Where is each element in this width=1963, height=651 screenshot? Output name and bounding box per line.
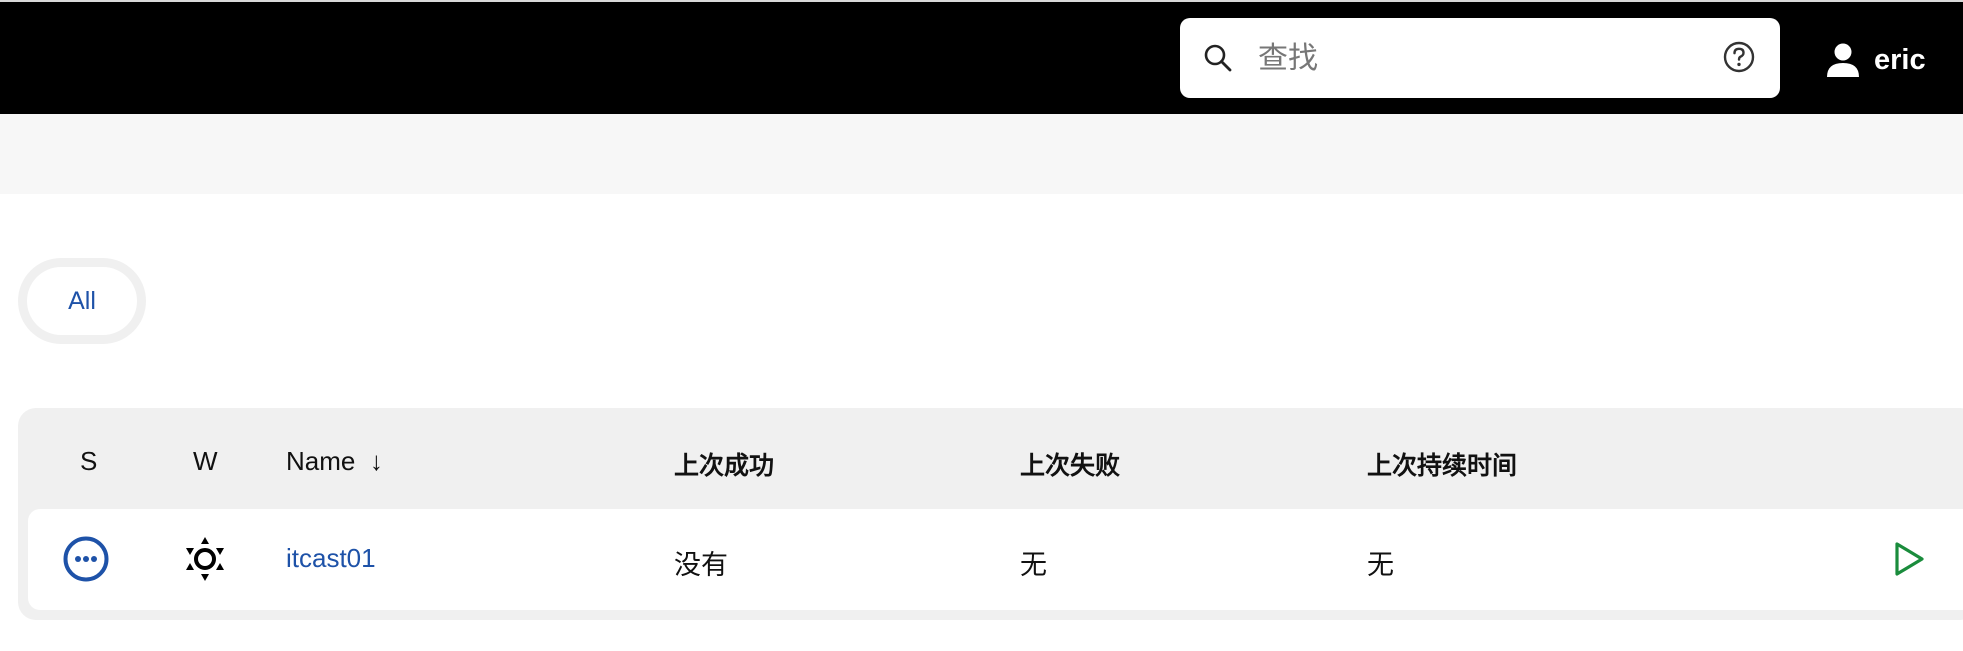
view-tabs: All bbox=[18, 258, 146, 344]
breadcrumb-bar bbox=[0, 114, 1963, 194]
user-name[interactable]: eric bbox=[1874, 44, 1926, 77]
column-header-name[interactable]: Name ↓ bbox=[286, 446, 383, 477]
job-link[interactable]: itcast01 bbox=[286, 543, 376, 574]
last-failure-value: 无 bbox=[1020, 550, 1047, 581]
top-navigation-bar: eric bbox=[0, 0, 1963, 114]
search-icon bbox=[1204, 44, 1232, 72]
help-icon[interactable] bbox=[1722, 40, 1756, 74]
column-header-status[interactable]: S bbox=[80, 446, 97, 477]
search-box bbox=[1180, 18, 1780, 98]
last-success-value: 没有 bbox=[674, 550, 728, 581]
column-header-last-success[interactable]: 上次成功 bbox=[674, 446, 774, 482]
search-input[interactable] bbox=[1258, 34, 1678, 82]
column-header-last-duration[interactable]: 上次持续时间 bbox=[1367, 446, 1517, 482]
status-not-built-icon bbox=[63, 536, 109, 582]
table-row: itcast01 没有 无 无 bbox=[28, 509, 1963, 610]
column-header-name-label: Name bbox=[286, 446, 356, 476]
tab-all[interactable]: All bbox=[27, 267, 137, 335]
last-duration-value: 无 bbox=[1367, 550, 1394, 581]
user-menu[interactable]: eric bbox=[1826, 38, 1926, 82]
sort-arrow-icon: ↓ bbox=[369, 446, 383, 476]
jobs-table: S W Name ↓ 上次成功 上次失败 上次持续时间 itcast01 没有 … bbox=[18, 408, 1963, 620]
column-header-last-failure[interactable]: 上次失败 bbox=[1020, 446, 1120, 482]
column-header-weather[interactable]: W bbox=[193, 446, 218, 477]
user-icon bbox=[1827, 43, 1859, 77]
weather-sunny-icon bbox=[186, 537, 224, 581]
build-run-icon[interactable] bbox=[1888, 539, 1928, 579]
